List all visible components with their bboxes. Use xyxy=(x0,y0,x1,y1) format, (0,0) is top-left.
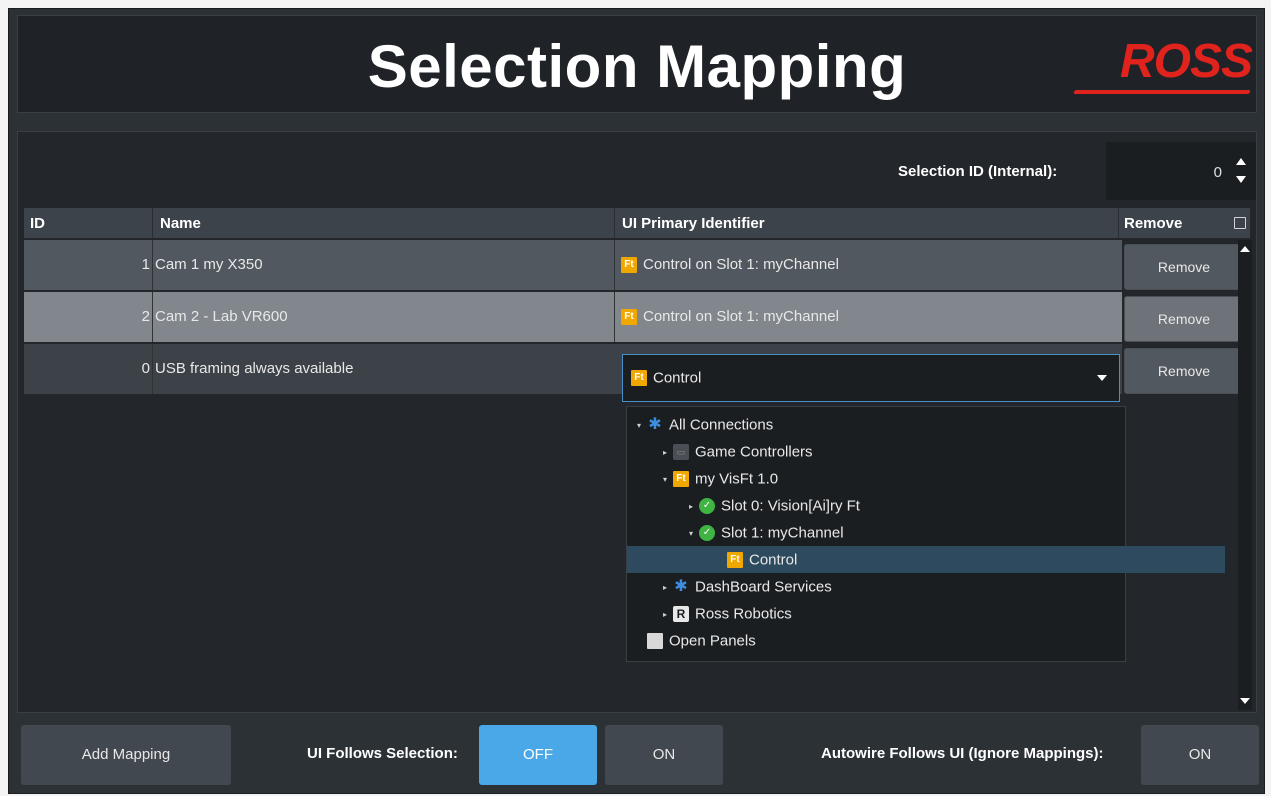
table-row[interactable]: 1 Cam 1 my X350 Ft Control on Slot 1: myC… xyxy=(24,240,1122,290)
column-divider[interactable] xyxy=(614,208,615,238)
column-divider[interactable] xyxy=(1118,208,1119,238)
tree-item-label: All Connections xyxy=(669,416,774,434)
row-id: 2 xyxy=(141,308,150,325)
expand-icon[interactable]: ▾ xyxy=(663,466,673,493)
column-divider[interactable] xyxy=(152,208,153,238)
expand-icon[interactable]: ▾ xyxy=(689,520,699,547)
row-name[interactable]: USB framing always available xyxy=(152,344,615,394)
tree-item-dashboard-services[interactable]: ▸ ✱ DashBoard Services xyxy=(627,573,1161,600)
tree-item-label: Open Panels xyxy=(669,632,756,650)
selection-id-label: Selection ID (Internal): xyxy=(898,163,1058,180)
check-icon: ✓ xyxy=(699,525,715,542)
document-icon xyxy=(647,633,663,650)
ui-follows-on-button[interactable]: ON xyxy=(605,725,723,785)
tree-item-all-connections[interactable]: ▾ ✱ All Connections xyxy=(627,411,1135,438)
remove-button[interactable]: Remove xyxy=(1124,244,1244,290)
collapse-icon[interactable]: ▸ xyxy=(663,601,673,628)
gear-icon: ✱ xyxy=(674,578,688,596)
ft-icon: Ft xyxy=(727,552,743,569)
page-title: Selection Mapping xyxy=(367,33,907,100)
tree-item-label: Game Controllers xyxy=(695,443,813,461)
table-row[interactable]: 2 Cam 2 - Lab VR600 Ft Control on Slot 1:… xyxy=(24,292,1122,342)
tree-item-label: my VisFt 1.0 xyxy=(695,470,779,488)
tree-item-open-panels[interactable]: Open Panels xyxy=(627,627,1145,654)
mapping-panel: Selection ID (Internal): 0 ID Name UI Pr… xyxy=(17,131,1257,713)
autowire-on-button[interactable]: ON xyxy=(1141,725,1259,785)
logo-text: ROSS xyxy=(1119,35,1253,88)
selection-id-spinner[interactable]: 0 xyxy=(1106,142,1256,200)
header-bar: Selection Mapping ROSS xyxy=(17,15,1257,113)
robotics-icon: R xyxy=(673,606,689,623)
chevron-down-icon[interactable] xyxy=(1097,375,1107,381)
ui-identifier-dropdown[interactable]: Ft Control xyxy=(622,354,1120,402)
row-ui-identifier[interactable]: Ft Control on Slot 1: myChannel xyxy=(614,292,1121,342)
tree-item-slot-1[interactable]: ▾ ✓ Slot 1: myChannel xyxy=(627,519,1187,546)
logo-swoosh xyxy=(1073,90,1251,94)
column-chooser-icon[interactable] xyxy=(1234,217,1246,229)
tree-item-label: Ross Robotics xyxy=(695,605,792,623)
row-ui-identifier-text: Control on Slot 1: myChannel xyxy=(643,308,839,326)
ft-icon: Ft xyxy=(631,370,647,387)
collapse-icon[interactable]: ▸ xyxy=(663,439,673,466)
row-ui-identifier[interactable]: Ft Control on Slot 1: myChannel xyxy=(614,240,1121,290)
row-id: 0 xyxy=(141,360,150,377)
collapse-icon[interactable]: ▸ xyxy=(663,574,673,601)
ft-icon: Ft xyxy=(621,309,637,326)
row-name[interactable]: Cam 1 my X350 xyxy=(152,240,615,290)
table-header: ID Name UI Primary Identifier Remove xyxy=(24,208,1250,238)
autowire-label: Autowire Follows UI (Ignore Mappings): xyxy=(821,745,1104,762)
tree-item-label: Slot 1: myChannel xyxy=(721,524,844,542)
remove-button[interactable]: Remove xyxy=(1124,296,1244,342)
row-name[interactable]: Cam 2 - Lab VR600 xyxy=(152,292,615,342)
row-ui-identifier-text: Control on Slot 1: myChannel xyxy=(643,256,839,274)
app-window: Selection Mapping ROSS Selection ID (Int… xyxy=(8,8,1265,794)
footer-bar: Add Mapping UI Follows Selection: OFF ON… xyxy=(17,719,1259,785)
ui-follows-off-button[interactable]: OFF xyxy=(479,725,597,785)
gear-icon: ✱ xyxy=(648,416,662,434)
ui-follows-selection-label: UI Follows Selection: xyxy=(307,745,458,762)
add-mapping-button[interactable]: Add Mapping xyxy=(21,725,231,785)
selection-id-value[interactable]: 0 xyxy=(1214,164,1222,181)
ross-logo: ROSS xyxy=(1072,34,1253,94)
column-header-remove[interactable]: Remove xyxy=(1124,215,1182,232)
scroll-up-icon[interactable] xyxy=(1240,246,1250,252)
dropdown-selected-text: Control xyxy=(653,369,702,387)
tree-item-ross-robotics[interactable]: ▸ R Ross Robotics xyxy=(627,600,1161,627)
column-header-name[interactable]: Name xyxy=(160,215,201,232)
vertical-scrollbar[interactable] xyxy=(1238,240,1252,710)
column-header-id[interactable]: ID xyxy=(30,215,45,232)
tree-item-slot-0[interactable]: ▸ ✓ Slot 0: Vision[Ai]ry Ft xyxy=(627,492,1187,519)
tree-item-my-visft[interactable]: ▾ Ft my VisFt 1.0 xyxy=(627,465,1161,492)
connection-tree[interactable]: ▾ ✱ All Connections ▸ ▭ Game Controllers ▾ Ft… xyxy=(626,406,1225,662)
tree-item-game-controllers[interactable]: ▸ ▭ Game Controllers xyxy=(627,438,1161,465)
tree-item-label: Control xyxy=(749,551,798,569)
scroll-down-icon[interactable] xyxy=(1240,698,1250,704)
ft-icon: Ft xyxy=(673,471,689,488)
spinner-up-icon[interactable] xyxy=(1236,158,1246,165)
tree-item-label: Slot 0: Vision[Ai]ry Ft xyxy=(721,497,860,515)
tree-item-control[interactable]: Ft Control xyxy=(627,546,1225,573)
gamepad-icon: ▭ xyxy=(673,444,689,461)
ft-icon: Ft xyxy=(621,257,637,274)
collapse-icon[interactable]: ▸ xyxy=(689,493,699,520)
dropdown-value: Ft Control xyxy=(631,369,701,387)
check-icon: ✓ xyxy=(699,498,715,515)
column-header-uid[interactable]: UI Primary Identifier xyxy=(622,215,765,232)
expand-icon[interactable]: ▾ xyxy=(637,412,647,439)
spinner-down-icon[interactable] xyxy=(1236,176,1246,183)
row-id: 1 xyxy=(141,256,150,273)
tree-item-label: DashBoard Services xyxy=(695,578,832,596)
remove-button[interactable]: Remove xyxy=(1124,348,1244,394)
